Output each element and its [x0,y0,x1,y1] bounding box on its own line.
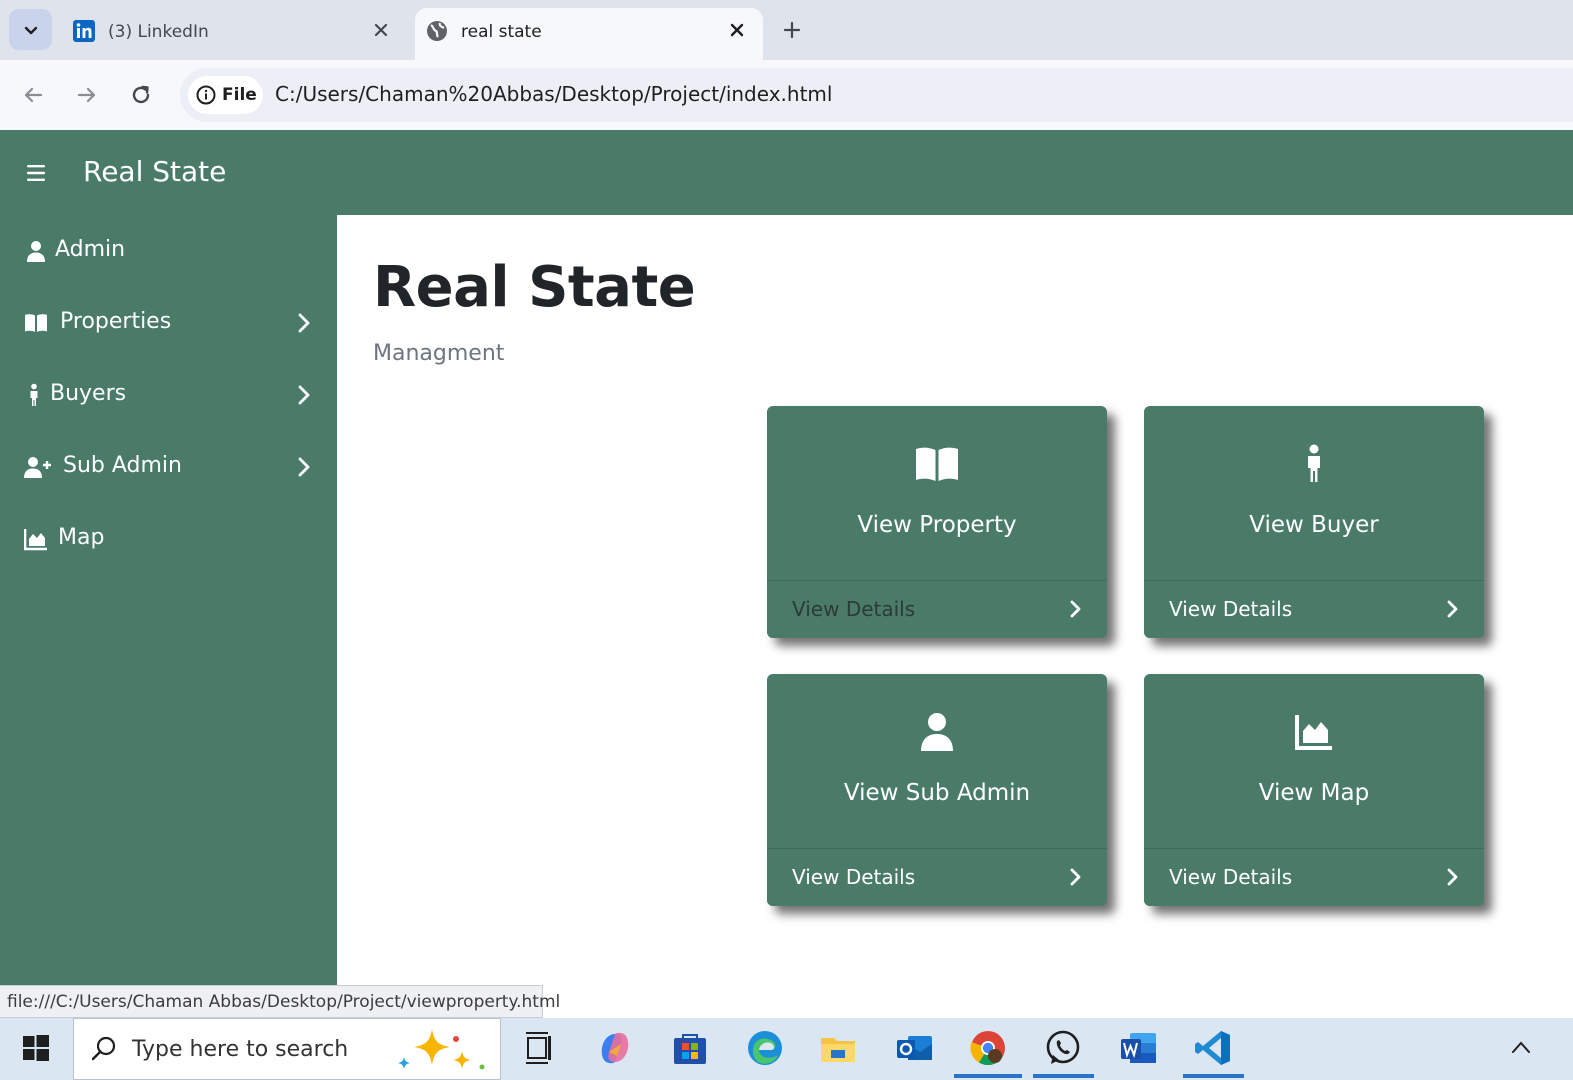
link-status-bar: file:///C:/Users/Chaman Abbas/Desktop/Pr… [0,985,560,1018]
card-view-map[interactable]: View Map View Details [1144,674,1484,906]
person-standing-icon [30,383,38,406]
reload-button[interactable] [126,80,156,110]
taskbar-search-box[interactable]: Type here to search [73,1018,501,1080]
sidebar-item-admin[interactable]: Admin [0,221,337,281]
user-icon [921,713,953,751]
view-details-link[interactable]: View Details [1169,597,1292,621]
chrome-active-indicator [954,1074,1022,1078]
view-details-link[interactable]: View Details [792,597,915,621]
sidebar-item-label: Sub Admin [63,453,182,478]
file-explorer-icon[interactable] [818,1028,858,1068]
whatsapp-icon[interactable] [1043,1028,1083,1068]
taskbar: Type here to search [0,1018,1573,1080]
hamburger-menu-icon[interactable] [26,163,48,183]
card-footer[interactable]: View Details [1144,848,1484,906]
linkedin-icon [73,20,95,42]
app-header: Real State [0,130,1573,215]
sidebar-item-label: Map [58,525,105,550]
whatsapp-active-indicator [1033,1074,1094,1078]
chevron-up-icon[interactable] [1510,1038,1532,1056]
sparkle-icon [398,1029,485,1070]
windows-start-icon[interactable] [22,1034,50,1062]
vscode-active-indicator [1183,1074,1244,1078]
microsoft-store-icon[interactable] [670,1028,710,1068]
edge-icon[interactable] [745,1028,785,1068]
reload-icon [132,85,150,104]
chevron-down-icon [24,26,37,34]
info-icon [196,85,216,105]
card-view-buyer[interactable]: View Buyer View Details [1144,406,1484,638]
copilot-icon[interactable] [595,1028,635,1068]
card-footer[interactable]: View Details [1144,580,1484,638]
back-button[interactable] [18,80,48,110]
new-tab-button[interactable] [778,16,806,44]
view-details-link[interactable]: View Details [792,865,915,889]
tab-close-button[interactable] [725,18,749,42]
chevron-right-icon [298,457,310,477]
user-icon [27,241,45,262]
site-info-label: File [222,85,257,105]
card-footer[interactable]: View Details [767,848,1107,906]
card-view-sub-admin[interactable]: View Sub Admin View Details [767,674,1107,906]
chrome-icon[interactable] [968,1028,1008,1068]
book-open-icon [25,314,47,332]
close-icon [730,23,744,37]
globe-icon [427,21,447,41]
card-view-property[interactable]: View Property View Details [767,406,1107,638]
tab-linkedin[interactable]: (3) LinkedIn [62,8,407,60]
person-standing-icon [1308,444,1320,482]
brand-title[interactable]: Real State [83,155,226,188]
chevron-right-icon [1447,600,1458,618]
sidebar-item-buyers[interactable]: Buyers [0,365,337,425]
sidebar: Admin Properties Buyers Sub Admin Map [0,215,337,985]
arrow-left-icon [24,87,43,103]
tab-real-state[interactable]: real state [415,8,763,60]
card-title: View Map [1258,780,1370,806]
search-placeholder: Type here to search [132,1037,349,1062]
url-text[interactable]: C:/Users/Chaman%20Abbas/Desktop/Project/… [275,82,832,106]
view-details-link[interactable]: View Details [1169,865,1292,889]
forward-button[interactable] [72,80,102,110]
site-info-chip[interactable]: File [188,76,263,114]
browser-toolbar: File C:/Users/Chaman%20Abbas/Desktop/Pro… [0,60,1573,130]
chevron-right-icon [298,313,310,333]
tab-title: (3) LinkedIn [108,22,209,42]
chevron-right-icon [1447,868,1458,886]
card-title: View Property [857,512,1017,538]
user-plus-icon [24,457,51,478]
sidebar-item-sub-admin[interactable]: Sub Admin [0,437,337,497]
sidebar-item-label: Buyers [50,381,127,406]
sidebar-item-label: Properties [60,309,172,334]
word-icon[interactable] [1118,1028,1158,1068]
tab-title: real state [461,22,542,42]
main-content: Real State Managment View Property View … [337,215,1573,985]
page-title: Real State [373,255,696,320]
chevron-right-icon [298,385,310,405]
sidebar-item-label: Admin [55,237,126,262]
card-title: View Buyer [1249,512,1379,538]
tab-search-button[interactable] [9,9,52,50]
book-open-icon [916,447,958,481]
search-icon [91,1036,116,1061]
address-bar[interactable]: File C:/Users/Chaman%20Abbas/Desktop/Pro… [180,68,1573,122]
tab-close-button[interactable] [369,18,393,42]
sidebar-item-properties[interactable]: Properties [0,293,337,353]
page-subtitle: Managment [373,341,505,366]
arrow-right-icon [77,87,96,103]
area-chart-icon [1295,715,1332,750]
card-title: View Sub Admin [843,780,1031,806]
chevron-right-icon [1070,868,1081,886]
close-icon [374,23,388,37]
card-footer[interactable]: View Details [767,580,1107,638]
browser-tabstrip: (3) LinkedIn real state [0,0,1573,60]
plus-icon [783,21,801,39]
chevron-right-icon [1070,600,1081,618]
outlook-icon[interactable] [894,1028,934,1068]
vscode-icon[interactable] [1193,1028,1233,1068]
area-chart-icon [24,529,47,551]
task-view-icon[interactable] [520,1028,560,1068]
sidebar-item-map[interactable]: Map [0,509,337,569]
